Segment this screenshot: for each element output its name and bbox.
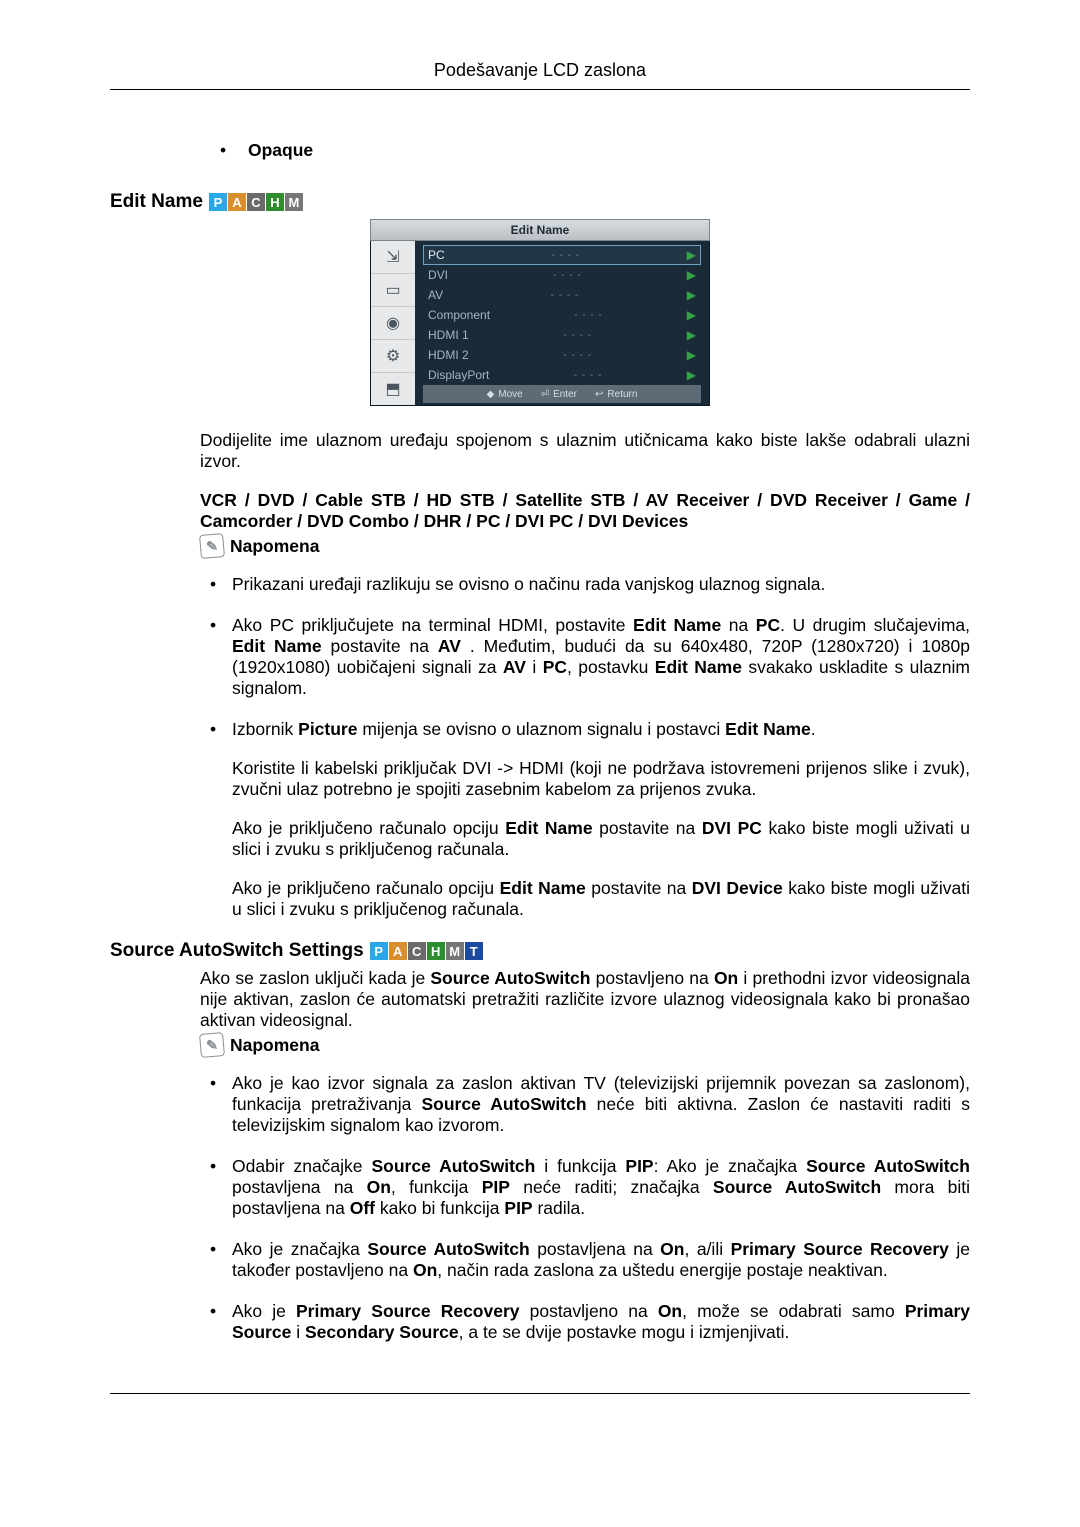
heading-edit-name: Edit Name P A C H M bbox=[110, 191, 970, 213]
edit-name-bullets: Prikazani uređaji razlikuju se ovisno o … bbox=[200, 574, 970, 920]
picture-icon: ▭ bbox=[371, 274, 415, 307]
note-icon: ✎ bbox=[199, 533, 225, 559]
osd-sidebar: ⇲ ▭ ◉ ⚙ ⬒ bbox=[371, 241, 415, 405]
move-icon: ◆ bbox=[487, 389, 495, 400]
autoswitch-intro: Ako se zaslon uključi kada je Source Aut… bbox=[200, 968, 970, 1031]
osd-row-av[interactable]: AV - - - - ▶ bbox=[423, 285, 701, 305]
chevron-right-icon: ▶ bbox=[687, 308, 696, 322]
list-item: Prikazani uređaji razlikuju se ovisno o … bbox=[200, 574, 970, 595]
note-row-2: ✎ Napomena bbox=[200, 1033, 970, 1057]
sound-icon: ◉ bbox=[371, 307, 415, 340]
osd-row-displayport[interactable]: DisplayPort - - - - ▶ bbox=[423, 365, 701, 385]
edit-name-intro: Dodijelite ime ulaznom uređaju spojenom … bbox=[200, 430, 970, 472]
list-item: Odabir značajke Source AutoSwitch i funk… bbox=[200, 1156, 970, 1219]
note-icon: ✎ bbox=[199, 1032, 225, 1058]
device-list: VCR / DVD / Cable STB / HD STB / Satelli… bbox=[200, 490, 970, 532]
multi-icon: ⬒ bbox=[371, 373, 415, 405]
opaque-bullet: •Opaque bbox=[220, 140, 970, 161]
mode-icons-edit-name: P A C H M bbox=[209, 193, 303, 211]
osd-title: Edit Name bbox=[370, 219, 710, 241]
list-item: Ako PC priključujete na terminal HDMI, p… bbox=[200, 615, 970, 699]
enter-icon: ⏎ bbox=[541, 389, 549, 400]
chevron-right-icon: ▶ bbox=[687, 248, 696, 262]
osd-footer: ◆Move ⏎Enter ↩Return bbox=[423, 385, 701, 403]
setup-icon: ⚙ bbox=[371, 340, 415, 373]
mode-icons-autoswitch: P A C H M T bbox=[370, 942, 483, 960]
list-item: Ako je kao izvor signala za zaslon aktiv… bbox=[200, 1073, 970, 1136]
chevron-right-icon: ▶ bbox=[687, 268, 696, 282]
input-icon: ⇲ bbox=[371, 241, 415, 274]
chevron-right-icon: ▶ bbox=[687, 328, 696, 342]
osd-list: PC - - - - ▶ DVI - - - - ▶ AV - - - - ▶ … bbox=[415, 241, 709, 405]
return-icon: ↩ bbox=[595, 389, 603, 400]
list-item: Ako je Primary Source Recovery postavlje… bbox=[200, 1301, 970, 1343]
list-item: Izbornik Picture mijenja se ovisno o ula… bbox=[200, 719, 970, 920]
osd-row-hdmi1[interactable]: HDMI 1 - - - - ▶ bbox=[423, 325, 701, 345]
chevron-right-icon: ▶ bbox=[687, 348, 696, 362]
chevron-right-icon: ▶ bbox=[687, 288, 696, 302]
note-row-1: ✎ Napomena bbox=[200, 534, 970, 558]
footer-rule bbox=[110, 1393, 970, 1394]
osd-screenshot: Edit Name ⇲ ▭ ◉ ⚙ ⬒ PC - - - - ▶ DVI - -… bbox=[110, 219, 970, 406]
osd-row-hdmi2[interactable]: HDMI 2 - - - - ▶ bbox=[423, 345, 701, 365]
chevron-right-icon: ▶ bbox=[687, 368, 696, 382]
page-header: Podešavanje LCD zaslona bbox=[110, 60, 970, 90]
osd-row-dvi[interactable]: DVI - - - - ▶ bbox=[423, 265, 701, 285]
heading-autoswitch: Source AutoSwitch Settings P A C H M T bbox=[110, 940, 970, 962]
osd-row-component[interactable]: Component - - - - ▶ bbox=[423, 305, 701, 325]
autoswitch-bullets: Ako je kao izvor signala za zaslon aktiv… bbox=[200, 1073, 970, 1343]
list-item: Ako je značajka Source AutoSwitch postav… bbox=[200, 1239, 970, 1281]
osd-row-pc[interactable]: PC - - - - ▶ bbox=[423, 245, 701, 265]
